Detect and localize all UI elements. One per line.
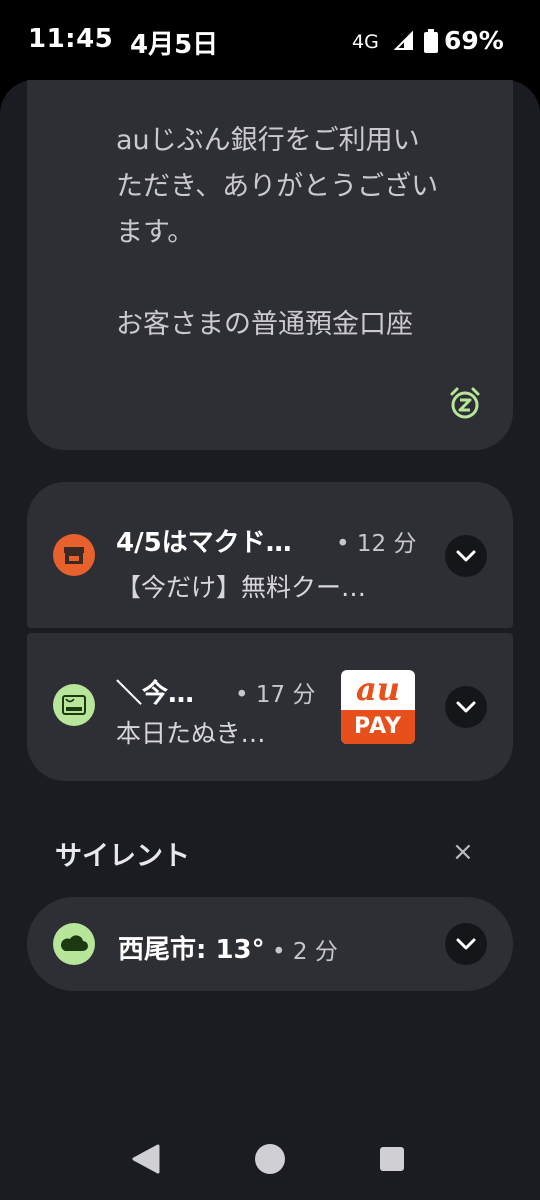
status-time: 11:45 [28,24,114,54]
aupay-title: ＼今… [116,679,195,709]
mcdonalds-body: 【今だけ】無料クー… [116,573,367,602]
recents-icon[interactable] [379,1146,405,1172]
home-icon[interactable] [254,1143,286,1175]
aupay-logo-pay: PAY [341,710,415,744]
mcdonalds-title: 4/5はマクド… [116,528,292,558]
chevron-down-icon [456,938,476,950]
aupay-body: 本日たぬき… [116,719,266,748]
aupay-time: • 17 分 [235,682,316,708]
aupay-logo-au: au [356,670,400,708]
silent-section-label: サイレント [55,841,190,872]
weather-time: • 2 分 [272,939,338,965]
weather-expand-button[interactable] [445,923,487,965]
chevron-down-icon [456,701,476,713]
aupay-logo: au PAY [341,670,415,744]
mcdonalds-app-icon [53,534,95,576]
weather-title: 西尾市: 13° [118,935,265,965]
status-bar: 11:45 4月5日 4G 69% [0,0,540,80]
weather-notification[interactable] [27,897,513,991]
mcdonalds-expand-button[interactable] [445,535,487,577]
aupay-app-icon [53,684,95,726]
mcdonalds-time: • 12 分 [336,531,417,557]
store-icon [64,547,84,564]
status-date: 4月5日 [130,30,219,60]
card-icon [62,695,86,715]
back-icon[interactable] [130,1143,162,1175]
weather-app-icon [53,923,95,965]
signal-icon [394,31,413,50]
alarm-snooze-icon[interactable] [447,385,483,421]
battery-percent: 69% [444,26,504,55]
sms-body: auじぶん銀行をご利用い ただき、ありがとうござい ます。 お客さまの普通預金口… [116,125,439,340]
aupay-expand-button[interactable] [445,686,487,728]
battery-icon [424,29,438,53]
silent-section-close-button[interactable]: × [452,838,474,866]
network-type: 4G [352,31,379,53]
cloud-icon [61,935,88,951]
chevron-down-icon [456,550,476,562]
